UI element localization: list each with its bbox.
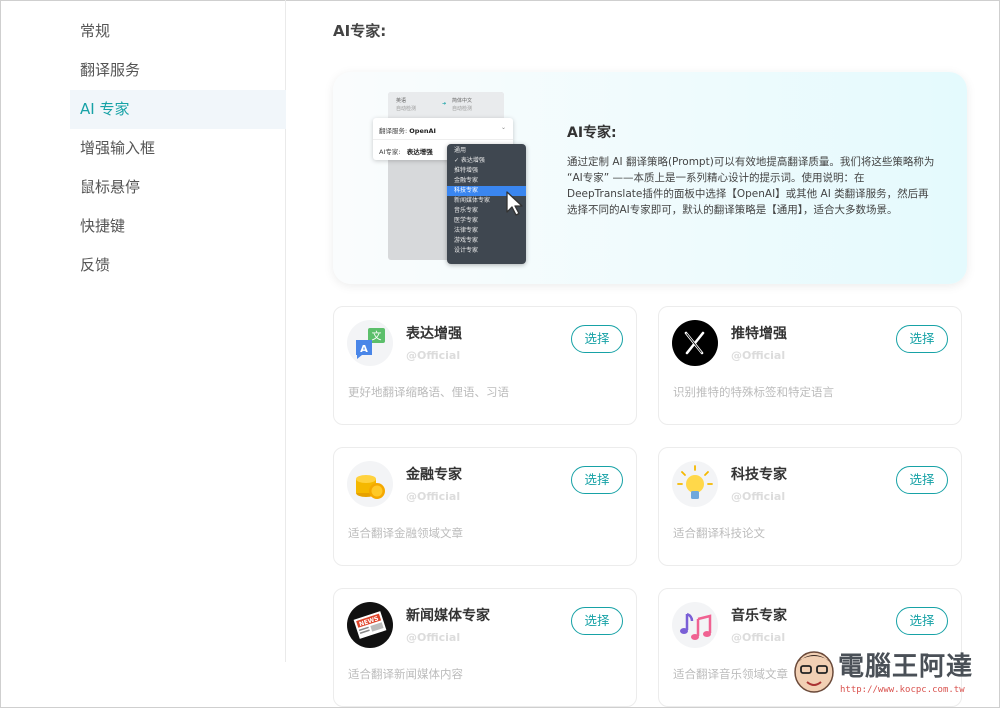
expert-card-expression: 文 A 表达增强 @Official 更好地翻译缩略语、俚语、习语 选择 — [333, 306, 637, 425]
select-button[interactable]: 选择 — [896, 607, 948, 635]
dropdown-item: 设计专家 — [454, 247, 479, 254]
sidebar-item-enhanced-input[interactable]: 增强输入框 — [70, 129, 286, 168]
watermark: 電腦王阿達 http://www.kocpc.com.tw — [792, 644, 992, 702]
card-author: @Official — [406, 349, 461, 362]
select-button[interactable]: 选择 — [896, 325, 948, 353]
mock-source-lang: 英语 — [396, 98, 407, 104]
sidebar-item-mouse-hover[interactable]: 鼠标悬停 — [70, 168, 286, 207]
svg-text:A: A — [360, 344, 368, 355]
mock-expert-row: AI专家: 表达增强 — [379, 148, 433, 156]
sidebar-item-translation-service[interactable]: 翻译服务 — [70, 51, 286, 90]
newspaper-icon: NEWS — [347, 602, 393, 648]
hero-title: AI专家: — [567, 125, 617, 141]
mascot-face-icon — [794, 651, 834, 693]
select-button[interactable]: 选择 — [571, 607, 623, 635]
sidebar-item-label: 增强输入框 — [80, 139, 156, 157]
divider — [373, 139, 513, 140]
card-author: @Official — [731, 490, 786, 503]
mock-service-row: 翻译服务: OpenAI — [379, 127, 436, 135]
sidebar-item-shortcuts[interactable]: 快捷键 — [70, 207, 286, 246]
mock-language-bar: 英语 自动检测 ➜ 简体中文 自动检测 — [388, 92, 504, 118]
card-author: @Official — [406, 631, 461, 644]
chevron-down-icon: ⌄ — [501, 124, 507, 131]
expert-card-tech: 科技专家 @Official 适合翻译科技论文 选择 — [658, 447, 962, 566]
dropdown-item: 法律专家 — [454, 227, 479, 234]
select-button[interactable]: 选择 — [896, 466, 948, 494]
arrow-right-icon: ➜ — [442, 101, 447, 107]
dropdown-item: ✓ 表达增强 — [454, 157, 485, 164]
dropdown-item: 医学专家 — [454, 217, 479, 224]
gold-coins-icon — [347, 461, 393, 507]
card-title: 推特增强 — [731, 326, 787, 342]
dropdown-item: 游戏专家 — [454, 237, 479, 244]
sidebar: 常规 翻译服务 AI 专家 增强输入框 鼠标悬停 快捷键 反馈 — [0, 0, 286, 662]
music-notes-icon — [672, 602, 718, 648]
sidebar-item-label: 常规 — [80, 22, 111, 40]
expert-card-news-media: NEWS 新闻媒体专家 @Official 适合翻译新闻媒体内容 选择 — [333, 588, 637, 707]
card-author: @Official — [731, 349, 786, 362]
card-description: 更好地翻译缩略语、俚语、习语 — [348, 385, 509, 399]
hero-description: 通过定制 AI 翻译策略(Prompt)可以有效地提高翻译质量。我们将这些策略称… — [567, 156, 935, 216]
watermark-text: 電腦王阿達 — [838, 652, 974, 682]
card-title: 表达增强 — [406, 326, 462, 342]
mock-target-sub: 自动检测 — [452, 106, 473, 112]
card-description: 适合翻译科技论文 — [673, 526, 765, 540]
sidebar-item-label: 快捷键 — [80, 217, 126, 235]
light-bulb-icon — [672, 461, 718, 507]
sidebar-item-label: 翻译服务 — [80, 61, 141, 79]
card-author: @Official — [406, 490, 461, 503]
sidebar-item-label: 鼠标悬停 — [80, 178, 141, 196]
cursor-pointer-icon — [506, 191, 523, 216]
sidebar-item-feedback[interactable]: 反馈 — [70, 246, 286, 285]
hero-banner: 英语 自动检测 ➜ 简体中文 自动检测 翻译服务: OpenAI ⌄ AI专家:… — [333, 72, 967, 284]
svg-text:文: 文 — [372, 330, 382, 343]
card-author: @Official — [731, 631, 786, 644]
page-title: AI专家: — [333, 22, 387, 40]
mock-target-lang: 简体中文 — [452, 98, 473, 104]
select-button[interactable]: 选择 — [571, 466, 623, 494]
sidebar-item-general[interactable]: 常规 — [70, 12, 286, 51]
card-description: 适合翻译新闻媒体内容 — [348, 667, 463, 681]
card-title: 音乐专家 — [731, 608, 787, 624]
expert-card-finance: 金融专家 @Official 适合翻译金融领域文章 选择 — [333, 447, 637, 566]
card-title: 新闻媒体专家 — [406, 608, 490, 624]
card-description: 适合翻译音乐领域文章 — [673, 667, 788, 681]
translate-bubbles-icon: 文 A — [347, 320, 393, 366]
dropdown-item: 推特增强 — [454, 167, 479, 174]
sidebar-item-ai-expert[interactable]: AI 专家 — [70, 90, 286, 129]
sidebar-item-label: 反馈 — [80, 256, 111, 274]
watermark-url: http://www.kocpc.com.tw — [840, 685, 965, 695]
x-logo-icon — [672, 320, 718, 366]
expert-card-twitter: 推特增强 @Official 识别推特的特殊标签和特定语言 选择 — [658, 306, 962, 425]
card-description: 适合翻译金融领域文章 — [348, 526, 463, 540]
dropdown-item: 金融专家 — [454, 177, 479, 184]
select-button[interactable]: 选择 — [571, 325, 623, 353]
dropdown-item: 通用 — [454, 147, 467, 154]
card-description: 识别推特的特殊标签和特定语言 — [673, 385, 834, 399]
card-title: 科技专家 — [731, 467, 787, 483]
sidebar-item-label: AI 专家 — [80, 100, 130, 118]
card-title: 金融专家 — [406, 467, 462, 483]
mock-source-sub: 自动检测 — [396, 106, 417, 112]
